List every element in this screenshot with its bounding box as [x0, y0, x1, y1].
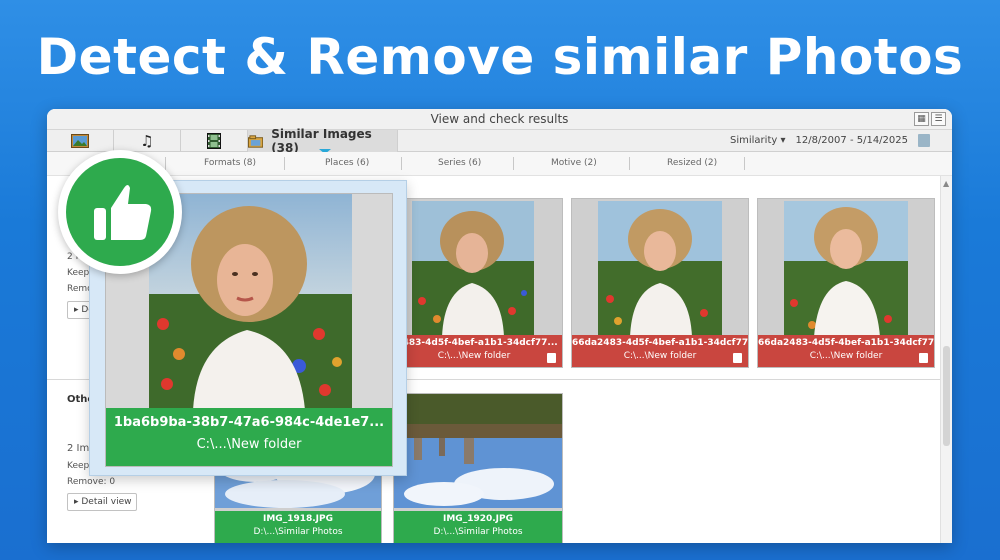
photo-thumbnail — [784, 201, 908, 337]
file-name: IMG_1920.JPG — [443, 514, 513, 524]
detail-view-button[interactable]: ▸ Detail view — [67, 493, 137, 511]
subtab-resized[interactable]: Resized (2) — [667, 158, 717, 168]
similarity-label: Similarity — [730, 135, 778, 146]
subtab-motive[interactable]: Motive (2) — [551, 158, 597, 168]
vertical-scrollbar[interactable]: ▲ — [940, 176, 952, 543]
view-toggle: ▦ ☰ — [914, 112, 946, 126]
subtab-divider — [744, 157, 745, 170]
photo-thumbnail — [394, 394, 562, 508]
subtab-divider — [284, 157, 285, 170]
scrollbar-thumb[interactable] — [943, 346, 950, 446]
file-name: IMG_1918.JPG — [263, 514, 333, 524]
tab-video[interactable] — [181, 130, 248, 152]
tab-music[interactable]: ♫ — [114, 130, 181, 152]
thumbs-up-circle — [66, 158, 174, 266]
date-range[interactable]: 12/8/2007 - 5/14/2025 — [795, 135, 908, 146]
folder-image-icon — [248, 134, 264, 148]
file-folder: C:\...\New folder — [809, 351, 883, 361]
window-titlebar: View and check results ▦ ☰ — [47, 109, 952, 130]
film-icon — [207, 133, 221, 149]
image-card[interactable]: IMG_1920.JPG D:\...\Similar Photos — [393, 393, 563, 543]
subtab-divider — [629, 157, 630, 170]
image-card[interactable]: a2483-4d5f-4bef-a1b1-34dcf77... C:\...\N… — [385, 198, 563, 368]
file-name: a2483-4d5f-4bef-a1b1-34dcf77... — [390, 338, 558, 348]
subtab-divider — [513, 157, 514, 170]
trash-icon[interactable] — [547, 353, 556, 363]
list-view-icon[interactable]: ☰ — [931, 112, 946, 126]
subtab-series[interactable]: Series (6) — [438, 158, 481, 168]
keep-caption: 1ba6b9ba-38b7-47a6-984c-4de1e7... C:\...… — [106, 408, 392, 466]
filter-bar: Similarity ▾ 12/8/2007 - 5/14/2025 — [730, 134, 930, 147]
file-folder: C:\...\New folder — [623, 351, 697, 361]
similarity-dropdown[interactable]: Similarity ▾ — [730, 135, 785, 146]
window-title: View and check results — [430, 112, 569, 126]
file-name: 66da2483-4d5f-4bef-a1b1-34dcf77... — [572, 338, 748, 348]
trash-icon[interactable] — [733, 353, 742, 363]
image-card[interactable]: 66da2483-4d5f-4bef-a1b1-34dcf77... C:\..… — [571, 198, 749, 368]
scroll-up-icon[interactable]: ▲ — [943, 179, 949, 188]
file-folder: C:\...\New folder — [437, 351, 511, 361]
tab-similar-images-label: Similar Images (38) — [271, 127, 372, 155]
photo-thumbnail — [412, 201, 534, 337]
remove-caption: 66da2483-4d5f-4bef-a1b1-34dcf77... C:\..… — [758, 335, 934, 367]
file-name: 66da2483-4d5f-4bef-a1b1-34dcf77... — [758, 338, 934, 348]
file-folder: C:\...\New folder — [196, 437, 302, 452]
thumbs-up-badge — [58, 150, 182, 274]
file-folder: D:\...\Similar Photos — [253, 527, 343, 537]
remove-caption: 66da2483-4d5f-4bef-a1b1-34dcf77... C:\..… — [572, 335, 748, 367]
file-name: 1ba6b9ba-38b7-47a6-984c-4de1e7... — [113, 415, 385, 430]
image-icon — [71, 134, 89, 148]
tab-images[interactable] — [47, 130, 114, 152]
grid-view-icon[interactable]: ▦ — [914, 112, 929, 126]
trash-icon[interactable] — [919, 353, 928, 363]
image-card[interactable]: 66da2483-4d5f-4bef-a1b1-34dcf77... C:\..… — [757, 198, 935, 368]
group-remove: Remove: 0 — [67, 477, 116, 487]
keep-caption: IMG_1920.JPG D:\...\Similar Photos — [394, 511, 562, 543]
thumbs-up-icon — [94, 185, 152, 240]
music-note-icon: ♫ — [140, 132, 154, 150]
keep-caption: IMG_1918.JPG D:\...\Similar Photos — [215, 511, 381, 543]
trash-icon[interactable] — [918, 134, 930, 147]
subcategory-tabs: Formats (8) Places (6) Series (6) Motive… — [47, 152, 952, 176]
group-count: 2 Im — [67, 443, 90, 454]
subtab-places[interactable]: Places (6) — [325, 158, 369, 168]
subtab-divider — [401, 157, 402, 170]
remove-caption: a2483-4d5f-4bef-a1b1-34dcf77... C:\...\N… — [386, 335, 562, 367]
photo-thumbnail — [598, 201, 722, 337]
subtab-formats[interactable]: Formats (8) — [204, 158, 256, 168]
file-folder: D:\...\Similar Photos — [433, 527, 523, 537]
headline: Detect & Remove similar Photos — [36, 28, 964, 86]
category-tabs: ♫ Similar Images (38) Similarity ▾ 12/8/… — [47, 127, 952, 155]
